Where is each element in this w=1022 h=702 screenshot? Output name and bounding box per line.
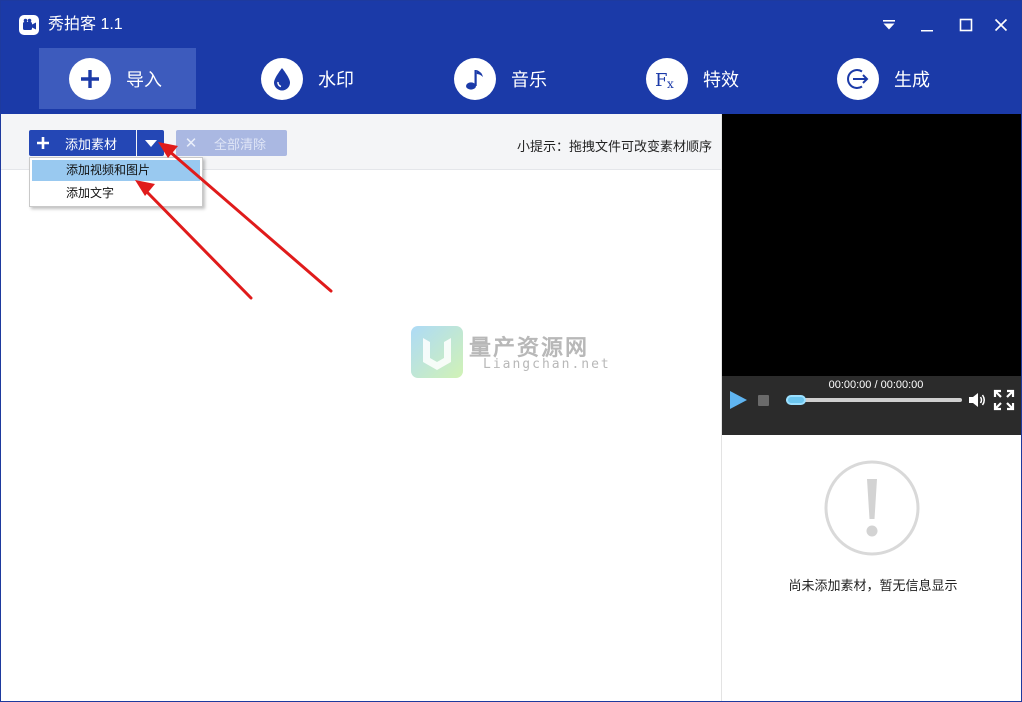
nav-tab-label: 导入 — [126, 69, 162, 90]
fullscreen-icon[interactable] — [993, 389, 1015, 411]
site-watermark: 量产资源网 Liangchan.net — [411, 326, 621, 381]
chevron-down-icon — [144, 139, 157, 147]
clear-all-label: 全部清除 — [214, 136, 267, 152]
player-controls: 00:00:00 / 00:00:00 — [722, 376, 1021, 435]
nav-tab-watermark[interactable]: 水印 — [231, 48, 381, 109]
plus-icon — [69, 57, 111, 100]
nav-tab-effects[interactable]: Fx 特效 — [616, 48, 766, 109]
camera-logo-icon — [19, 15, 39, 35]
plus-icon — [29, 137, 57, 149]
svg-text:F: F — [655, 70, 668, 91]
exclamation-icon — [824, 460, 920, 556]
droplet-icon — [261, 57, 303, 100]
clear-all-button[interactable]: ✕ 全部清除 — [176, 130, 287, 156]
hint-text: 小提示：拖拽文件可改变素材顺序 — [517, 139, 713, 154]
menu-dropdown-button[interactable] — [877, 13, 901, 37]
minimize-button[interactable] — [915, 13, 939, 37]
title-bar: 秀拍客 1.1 导入 水印 音乐 F x 特效 生成 — [1, 1, 1021, 114]
empty-info-message: 尚未添加素材，暂无信息显示 — [788, 578, 958, 593]
svg-text:x: x — [667, 77, 674, 91]
nav-tab-import[interactable]: 导入 — [39, 48, 196, 109]
close-icon — [994, 18, 1008, 32]
menu-item-add-video-image[interactable]: 添加视频和图片 — [32, 160, 200, 181]
volume-icon[interactable] — [967, 390, 987, 410]
maximize-icon — [959, 18, 973, 32]
stop-button[interactable] — [758, 395, 769, 406]
close-icon: ✕ — [184, 135, 198, 152]
watermark-subtitle: Liangchan.net — [483, 357, 611, 372]
seek-handle[interactable] — [786, 395, 806, 405]
app-window: 秀拍客 1.1 导入 水印 音乐 F x 特效 生成 添加素材 ✕ 全部清除 小… — [0, 0, 1022, 702]
nav-tab-label: 水印 — [318, 69, 354, 90]
nav-tab-label: 音乐 — [511, 69, 547, 90]
close-button[interactable] — [989, 13, 1013, 37]
add-material-dropdown: 添加视频和图片 添加文字 — [29, 157, 203, 207]
maximize-button[interactable] — [954, 13, 978, 37]
play-icon[interactable] — [727, 389, 749, 411]
nav-tab-label: 生成 — [894, 69, 930, 90]
fx-icon: Fx — [646, 57, 688, 100]
material-list-area[interactable] — [1, 171, 721, 701]
nav-tab-music[interactable]: 音乐 — [424, 48, 574, 109]
nav-tab-label: 特效 — [703, 69, 739, 90]
menu-item-add-text[interactable]: 添加文字 — [32, 183, 200, 204]
export-arrow-icon — [837, 57, 879, 100]
seek-bar[interactable] — [786, 395, 962, 405]
info-panel: 尚未添加素材，暂无信息显示 — [722, 435, 1021, 701]
add-dropdown-toggle[interactable] — [137, 130, 164, 156]
minimize-icon — [921, 30, 933, 32]
watermark-logo-icon — [411, 326, 463, 378]
music-note-icon — [454, 57, 496, 100]
add-material-label: 添加素材 — [65, 136, 118, 152]
menu-triangle-icon — [883, 20, 895, 30]
nav-tab-generate[interactable]: 生成 — [807, 48, 967, 109]
app-title: 秀拍客 1.1 — [48, 16, 123, 33]
add-material-button[interactable]: 添加素材 — [29, 130, 136, 156]
